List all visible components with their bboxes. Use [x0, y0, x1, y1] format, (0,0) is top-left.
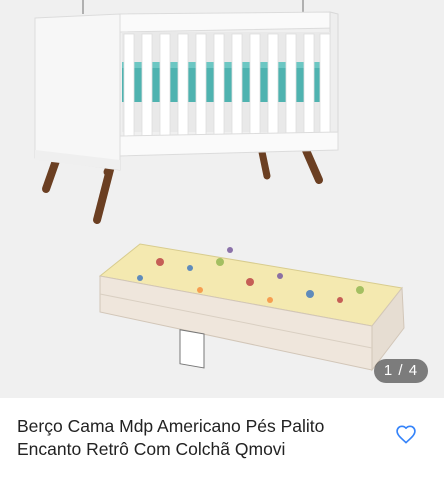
product-image-gallery[interactable]: 1 / 4: [0, 0, 444, 398]
crib-illustration: [34, 0, 339, 224]
image-counter-badge: 1 / 4: [374, 359, 428, 383]
product-image: [34, 0, 405, 372]
mattress-illustration: [98, 243, 405, 372]
heart-outline-icon: [396, 425, 416, 444]
product-info: Berço Cama Mdp Americano Pés Palito Enca…: [0, 398, 444, 500]
product-title: Berço Cama Mdp Americano Pés Palito Enca…: [17, 416, 325, 459]
favorite-button[interactable]: [384, 412, 428, 456]
